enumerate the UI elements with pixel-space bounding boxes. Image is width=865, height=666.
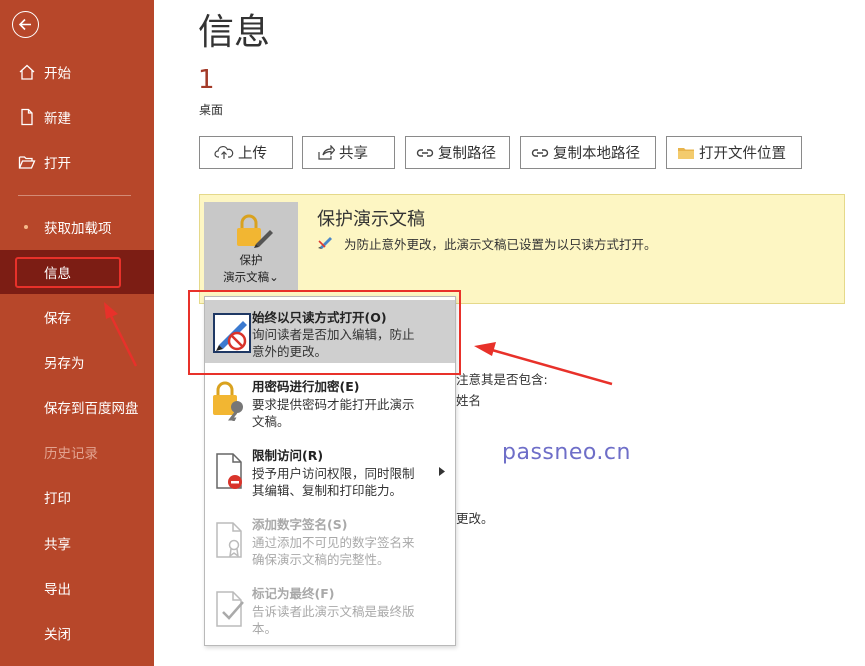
protect-presentation-button[interactable]: 保护 演示文稿⌄: [204, 202, 298, 290]
copy-path-button[interactable]: 复制路径: [405, 136, 510, 169]
home-icon: [19, 64, 35, 80]
upload-button[interactable]: 上传: [199, 136, 293, 169]
menu-item-mark-as-final: 标记为最终(F) 告诉读者此演示文稿是最终版 本。: [205, 576, 455, 642]
file-name: 1: [198, 65, 215, 95]
sidebar-item-save-to-baidu[interactable]: 保存到百度网盘: [0, 385, 154, 429]
sidebar-item-home[interactable]: 开始: [0, 50, 154, 94]
sidebar-item-label: 保存到百度网盘: [44, 401, 139, 417]
document-check-icon: [216, 591, 244, 627]
open-file-location-button[interactable]: 打开文件位置: [666, 136, 802, 169]
dot-icon: [24, 225, 28, 229]
link-icon: [531, 148, 549, 157]
back-button[interactable]: [12, 11, 39, 38]
annotation-arrow-sidebar: [104, 302, 138, 367]
menu-item-desc-line2: 本。: [252, 621, 278, 636]
protect-tile-label-1: 保护: [239, 253, 263, 267]
file-location: 桌面: [199, 103, 224, 117]
versions-text-fragment: 更改。: [456, 511, 494, 526]
sidebar-item-export[interactable]: 导出: [0, 566, 154, 610]
sidebar-item-label: 共享: [44, 537, 71, 553]
upload-label: 上传: [238, 146, 267, 162]
menu-item-restrict-access[interactable]: 限制访问(R) 授予用户访问权限，同时限制 其编辑、复制和打印能力。: [205, 438, 455, 504]
new-file-icon: [21, 108, 33, 126]
inspect-text-fragment: 姓名: [456, 393, 482, 408]
link-icon: [416, 148, 434, 157]
certificate-icon: [216, 522, 242, 558]
protect-tile-label-2: 演示文稿⌄: [204, 269, 298, 285]
sidebar-item-label: 保存: [44, 311, 71, 327]
share-label: 共享: [339, 146, 368, 162]
sidebar-item-label: 关闭: [44, 627, 71, 643]
page-title: 信息: [198, 12, 271, 53]
open-folder-icon: [18, 156, 36, 169]
pencil-no-edit-icon: [318, 237, 332, 249]
protect-heading: 保护演示文稿: [317, 209, 425, 230]
menu-item-desc-line1: 要求提供密码才能打开此演示: [252, 397, 415, 412]
sidebar-item-label: 开始: [44, 66, 71, 82]
open-file-location-label: 打开文件位置: [699, 146, 786, 162]
lock-icon: [237, 214, 273, 248]
sidebar-item-label: 导出: [44, 582, 71, 598]
document-restrict-icon: [216, 453, 242, 489]
sidebar-item-label: 打印: [44, 491, 71, 507]
cloud-upload-icon: [214, 145, 234, 159]
sidebar-item-new[interactable]: 新建: [0, 95, 154, 139]
sidebar-item-label: 另存为: [44, 356, 85, 372]
sidebar-item-open[interactable]: 打开: [0, 140, 154, 184]
menu-item-title: 用密码进行加密(E): [252, 379, 360, 394]
sidebar-item-close[interactable]: 关闭: [0, 611, 154, 655]
menu-item-desc-line1: 授予用户访问权限，同时限制: [252, 466, 415, 481]
sidebar-item-label: 新建: [44, 111, 71, 127]
watermark: passneo.cn: [502, 440, 631, 465]
chevron-down-icon: ⌄: [269, 270, 279, 284]
sidebar-item-history: 历史记录: [0, 430, 154, 474]
menu-item-add-digital-signature: 添加数字签名(S) 通过添加不可见的数字签名来 确保演示文稿的完整性。: [205, 507, 455, 573]
annotation-arrow-menu: [474, 342, 613, 386]
protect-tile-label-2-text: 演示文稿: [223, 270, 270, 284]
protect-description: 为防止意外更改，此演示文稿已设置为以只读方式打开。: [344, 237, 657, 252]
menu-item-title: 标记为最终(F): [252, 586, 335, 601]
menu-item-title: 限制访问(R): [252, 448, 324, 463]
copy-local-path-label: 复制本地路径: [553, 146, 640, 162]
menu-item-desc-line2: 文稿。: [252, 414, 290, 429]
annotation-highlight-read-only: [188, 290, 461, 375]
sidebar-separator: [18, 195, 131, 196]
arrow-left-icon: [18, 18, 31, 31]
folder-icon: [678, 147, 694, 159]
menu-item-desc-line2: 确保演示文稿的完整性。: [252, 552, 390, 567]
menu-item-desc-line1: 告诉读者此演示文稿是最终版: [252, 604, 415, 619]
annotation-highlight-info: [15, 257, 121, 288]
menu-item-title: 添加数字签名(S): [252, 517, 348, 532]
share-icon: [318, 144, 335, 160]
sidebar-item-addins[interactable]: 获取加载项: [0, 205, 154, 249]
menu-item-desc-line2: 其编辑、复制和打印能力。: [252, 483, 403, 498]
sidebar-item-share[interactable]: 共享: [0, 521, 154, 565]
lock-key-icon: [213, 381, 243, 421]
sidebar-item-label: 历史记录: [44, 446, 98, 462]
copy-local-path-button[interactable]: 复制本地路径: [520, 136, 656, 169]
menu-item-encrypt-with-password[interactable]: 用密码进行加密(E) 要求提供密码才能打开此演示 文稿。: [205, 369, 455, 435]
submenu-arrow-icon: [439, 467, 445, 476]
menu-item-desc-line1: 通过添加不可见的数字签名来: [252, 535, 415, 550]
copy-path-label: 复制路径: [438, 146, 496, 162]
sidebar-item-print[interactable]: 打印: [0, 475, 154, 519]
share-button[interactable]: 共享: [302, 136, 395, 169]
sidebar-item-label: 获取加载项: [44, 221, 112, 237]
sidebar-item-label: 打开: [44, 156, 71, 172]
